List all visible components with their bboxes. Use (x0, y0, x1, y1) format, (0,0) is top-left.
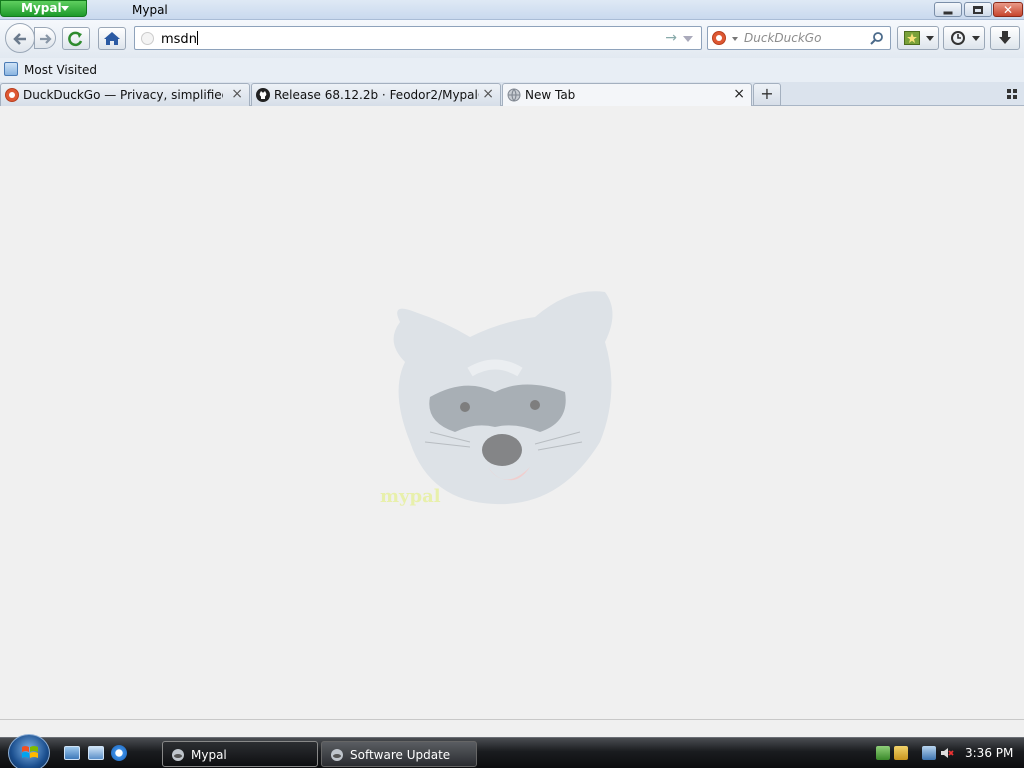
mypal-icon (331, 749, 343, 761)
url-bar[interactable]: msdn → (134, 26, 702, 50)
engine-dropdown-icon[interactable] (732, 37, 738, 41)
text-cursor (196, 31, 198, 45)
taskbar-item-mypal[interactable]: Mypal (162, 741, 318, 767)
tab-github-release[interactable]: Release 68.12.2b · Feodor2/Mypal68 · ...… (251, 83, 501, 106)
clock-icon (951, 31, 965, 45)
duckduckgo-icon (5, 88, 19, 102)
minimize-icon (943, 11, 953, 14)
start-button[interactable] (8, 734, 50, 768)
status-bar (0, 719, 1024, 737)
switch-windows-icon[interactable] (88, 746, 104, 760)
reload-button[interactable] (62, 27, 90, 50)
new-tab-page: mypal (0, 106, 1024, 719)
app-menu-button[interactable]: Mypal (0, 0, 87, 17)
tab-strip: DuckDuckGo — Privacy, simplified. × Rele… (0, 82, 1024, 107)
back-arrow-icon (13, 33, 26, 45)
tray-security-icon[interactable] (894, 746, 908, 760)
internet-explorer-icon[interactable] (111, 745, 127, 761)
bookmarks-toolbar: Most Visited (0, 58, 1024, 82)
forward-button[interactable] (34, 27, 56, 49)
taskbar-item-software-update[interactable]: Software Update (321, 741, 477, 767)
taskbar: Mypal Software Update 3:36 PM (0, 734, 1024, 768)
close-window-button[interactable]: ✕ (993, 2, 1023, 17)
history-button[interactable] (943, 26, 985, 50)
app-menu-label: Mypal (21, 1, 62, 15)
logo-caption: mypal (380, 486, 441, 507)
tab-label: DuckDuckGo — Privacy, simplified. (23, 88, 223, 102)
plus-icon: + (760, 84, 774, 103)
close-tab-icon[interactable]: × (231, 86, 243, 102)
chevron-down-icon (972, 36, 980, 41)
reload-icon (68, 31, 83, 47)
tray-monitor-icon[interactable] (922, 746, 936, 760)
chevron-down-icon (61, 6, 69, 11)
bookmark-label: Most Visited (24, 63, 98, 77)
site-identity-icon[interactable] (141, 32, 154, 45)
clock[interactable]: 3:36 PM (965, 746, 1013, 760)
folder-icon (4, 62, 18, 76)
title-bar: Mypal Mypal ✕ (0, 0, 1024, 20)
tab-duckduckgo[interactable]: DuckDuckGo — Privacy, simplified. × (0, 83, 250, 106)
windows-logo-icon (22, 746, 38, 758)
downloads-button[interactable] (990, 26, 1020, 50)
close-tab-icon[interactable]: × (482, 86, 494, 102)
task-label: Software Update (350, 748, 451, 762)
go-arrow-icon[interactable]: → (665, 30, 677, 46)
bookmark-star-icon (904, 31, 920, 45)
close-icon: ✕ (1002, 2, 1014, 17)
duckduckgo-engine-icon[interactable] (712, 31, 726, 45)
home-icon (104, 32, 120, 45)
tray-network-icon[interactable] (876, 746, 890, 760)
volume-muted-icon[interactable] (940, 746, 954, 760)
github-icon (256, 88, 270, 102)
forward-arrow-icon (40, 34, 52, 44)
search-icon[interactable] (870, 31, 884, 45)
tab-label: Release 68.12.2b · Feodor2/Mypal68 · ... (274, 88, 479, 102)
search-bar[interactable]: DuckDuckGo (707, 26, 891, 50)
url-input[interactable]: msdn (161, 32, 197, 47)
tab-new-tab[interactable]: New Tab × (502, 83, 752, 107)
show-desktop-icon[interactable] (64, 746, 80, 760)
home-button[interactable] (98, 27, 126, 50)
download-arrow-icon (999, 31, 1011, 44)
back-button[interactable] (5, 23, 35, 53)
minimize-button[interactable] (934, 2, 962, 17)
globe-icon (507, 88, 521, 102)
search-input[interactable]: DuckDuckGo (744, 31, 821, 45)
bookmarks-menu-button[interactable] (897, 26, 939, 50)
new-tab-button[interactable]: + (753, 83, 781, 106)
close-tab-icon[interactable]: × (733, 86, 745, 102)
restore-icon (973, 5, 983, 14)
tab-list-icon[interactable] (1006, 88, 1018, 100)
chevron-down-icon (926, 36, 934, 41)
restore-button[interactable] (964, 2, 992, 17)
mypal-icon (172, 749, 184, 761)
tab-label: New Tab (525, 88, 576, 102)
task-label: Mypal (191, 748, 227, 762)
raccoon-logo (393, 291, 613, 505)
window-title: Mypal (132, 3, 168, 17)
url-history-dropdown-icon[interactable] (683, 36, 693, 42)
